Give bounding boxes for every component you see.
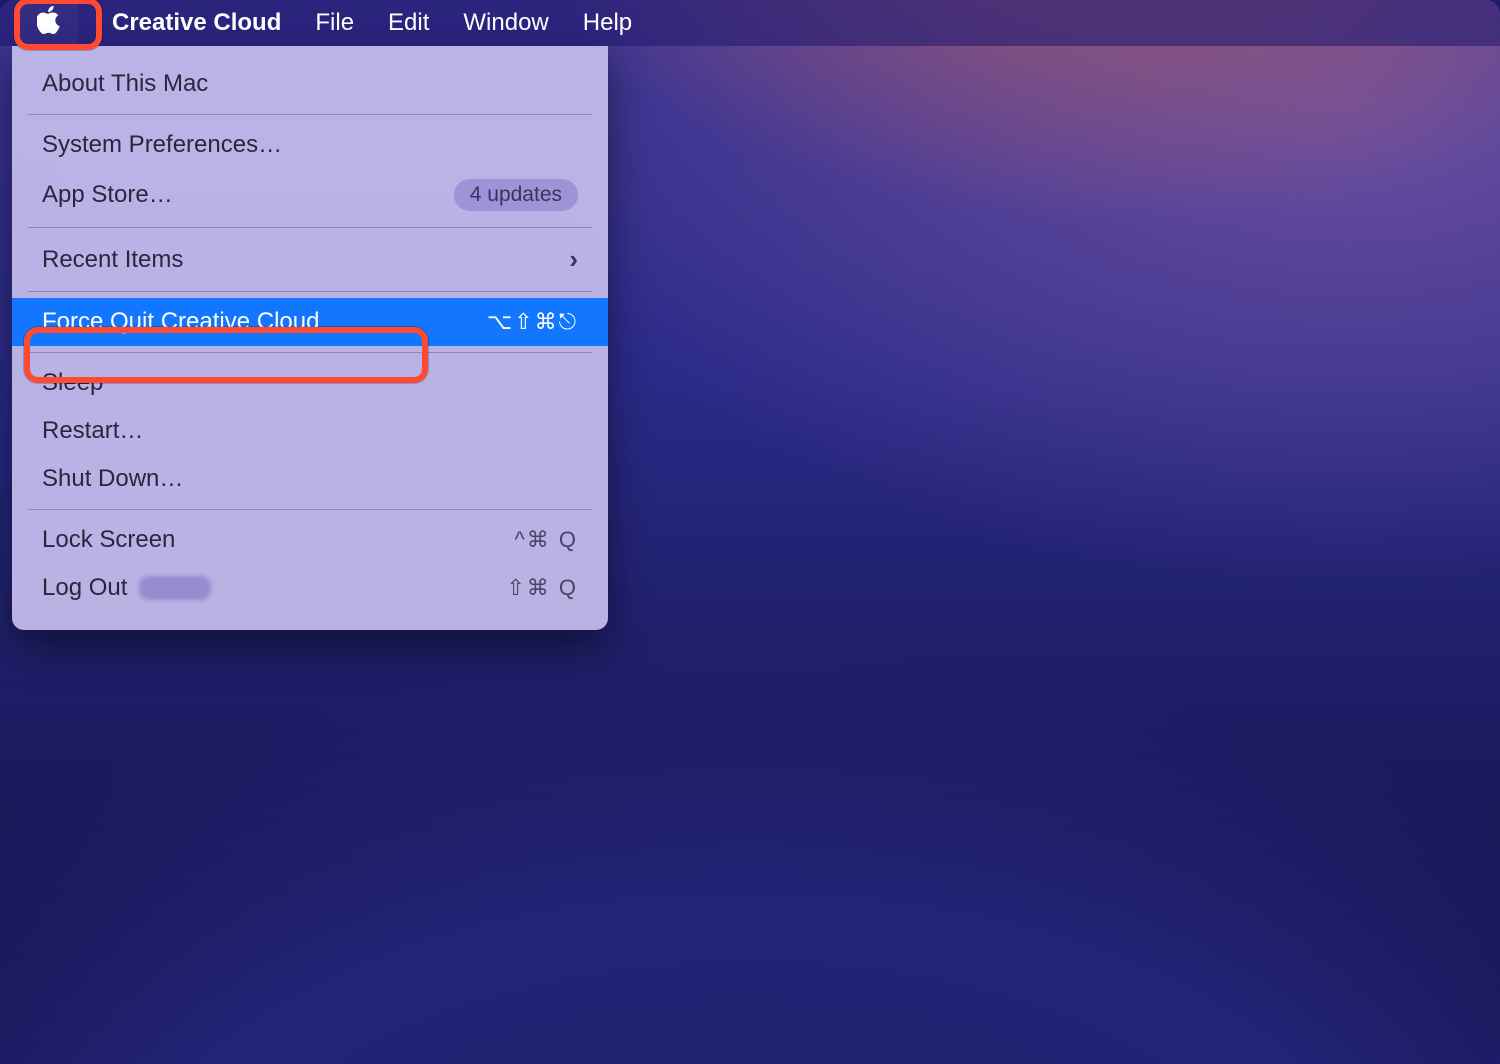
menu-item-recent-items[interactable]: Recent Items › <box>12 234 608 285</box>
menu-item-lock-screen[interactable]: Lock Screen ^⌘ Q <box>12 516 608 564</box>
menu-item-label: About This Mac <box>42 70 208 98</box>
menu-bar: Creative Cloud File Edit Window Help <box>0 0 1500 46</box>
menubar-item-window[interactable]: Window <box>463 9 548 37</box>
menu-item-app-store[interactable]: App Store… 4 updates <box>12 169 608 221</box>
menu-item-label: Lock Screen <box>42 526 175 554</box>
menu-item-label: Recent Items <box>42 246 183 274</box>
menu-separator <box>28 509 592 510</box>
keyboard-shortcut: ^⌘ Q <box>514 527 578 553</box>
chevron-right-icon: › <box>569 244 578 275</box>
menu-item-label: System Preferences… <box>42 131 282 159</box>
menu-separator <box>28 291 592 292</box>
menubar-item-file[interactable]: File <box>315 9 354 37</box>
menu-item-restart[interactable]: Restart… <box>12 407 608 455</box>
menubar-app-name[interactable]: Creative Cloud <box>112 9 281 37</box>
menu-item-label: Shut Down… <box>42 465 183 493</box>
menu-item-label: Restart… <box>42 417 143 445</box>
keyboard-shortcut: ⌥⇧⌘⎋ <box>487 309 578 335</box>
menu-item-about-this-mac[interactable]: About This Mac <box>12 60 608 108</box>
menu-item-force-quit[interactable]: Force Quit Creative Cloud ⌥⇧⌘⎋ <box>12 298 608 346</box>
menu-item-log-out[interactable]: Log Out ⇧⌘ Q <box>12 564 608 612</box>
menu-item-label: Sleep <box>42 369 103 397</box>
apple-menu-button[interactable] <box>20 1 78 45</box>
menu-separator <box>28 114 592 115</box>
menubar-item-edit[interactable]: Edit <box>388 9 429 37</box>
menu-item-label: App Store… <box>42 181 173 209</box>
menu-separator <box>28 227 592 228</box>
menubar-item-help[interactable]: Help <box>583 9 632 37</box>
menu-item-sleep[interactable]: Sleep <box>12 359 608 407</box>
apple-menu-dropdown: About This Mac System Preferences… App S… <box>12 46 608 630</box>
apple-logo-icon <box>37 6 61 41</box>
menu-item-label: Log Out <box>42 574 127 602</box>
menu-item-system-preferences[interactable]: System Preferences… <box>12 121 608 169</box>
keyboard-shortcut: ⇧⌘ Q <box>506 575 578 601</box>
menu-item-label: Force Quit Creative Cloud <box>42 308 319 336</box>
redacted-username <box>139 576 211 600</box>
updates-badge: 4 updates <box>454 179 578 211</box>
menu-item-shut-down[interactable]: Shut Down… <box>12 455 608 503</box>
menu-separator <box>28 352 592 353</box>
